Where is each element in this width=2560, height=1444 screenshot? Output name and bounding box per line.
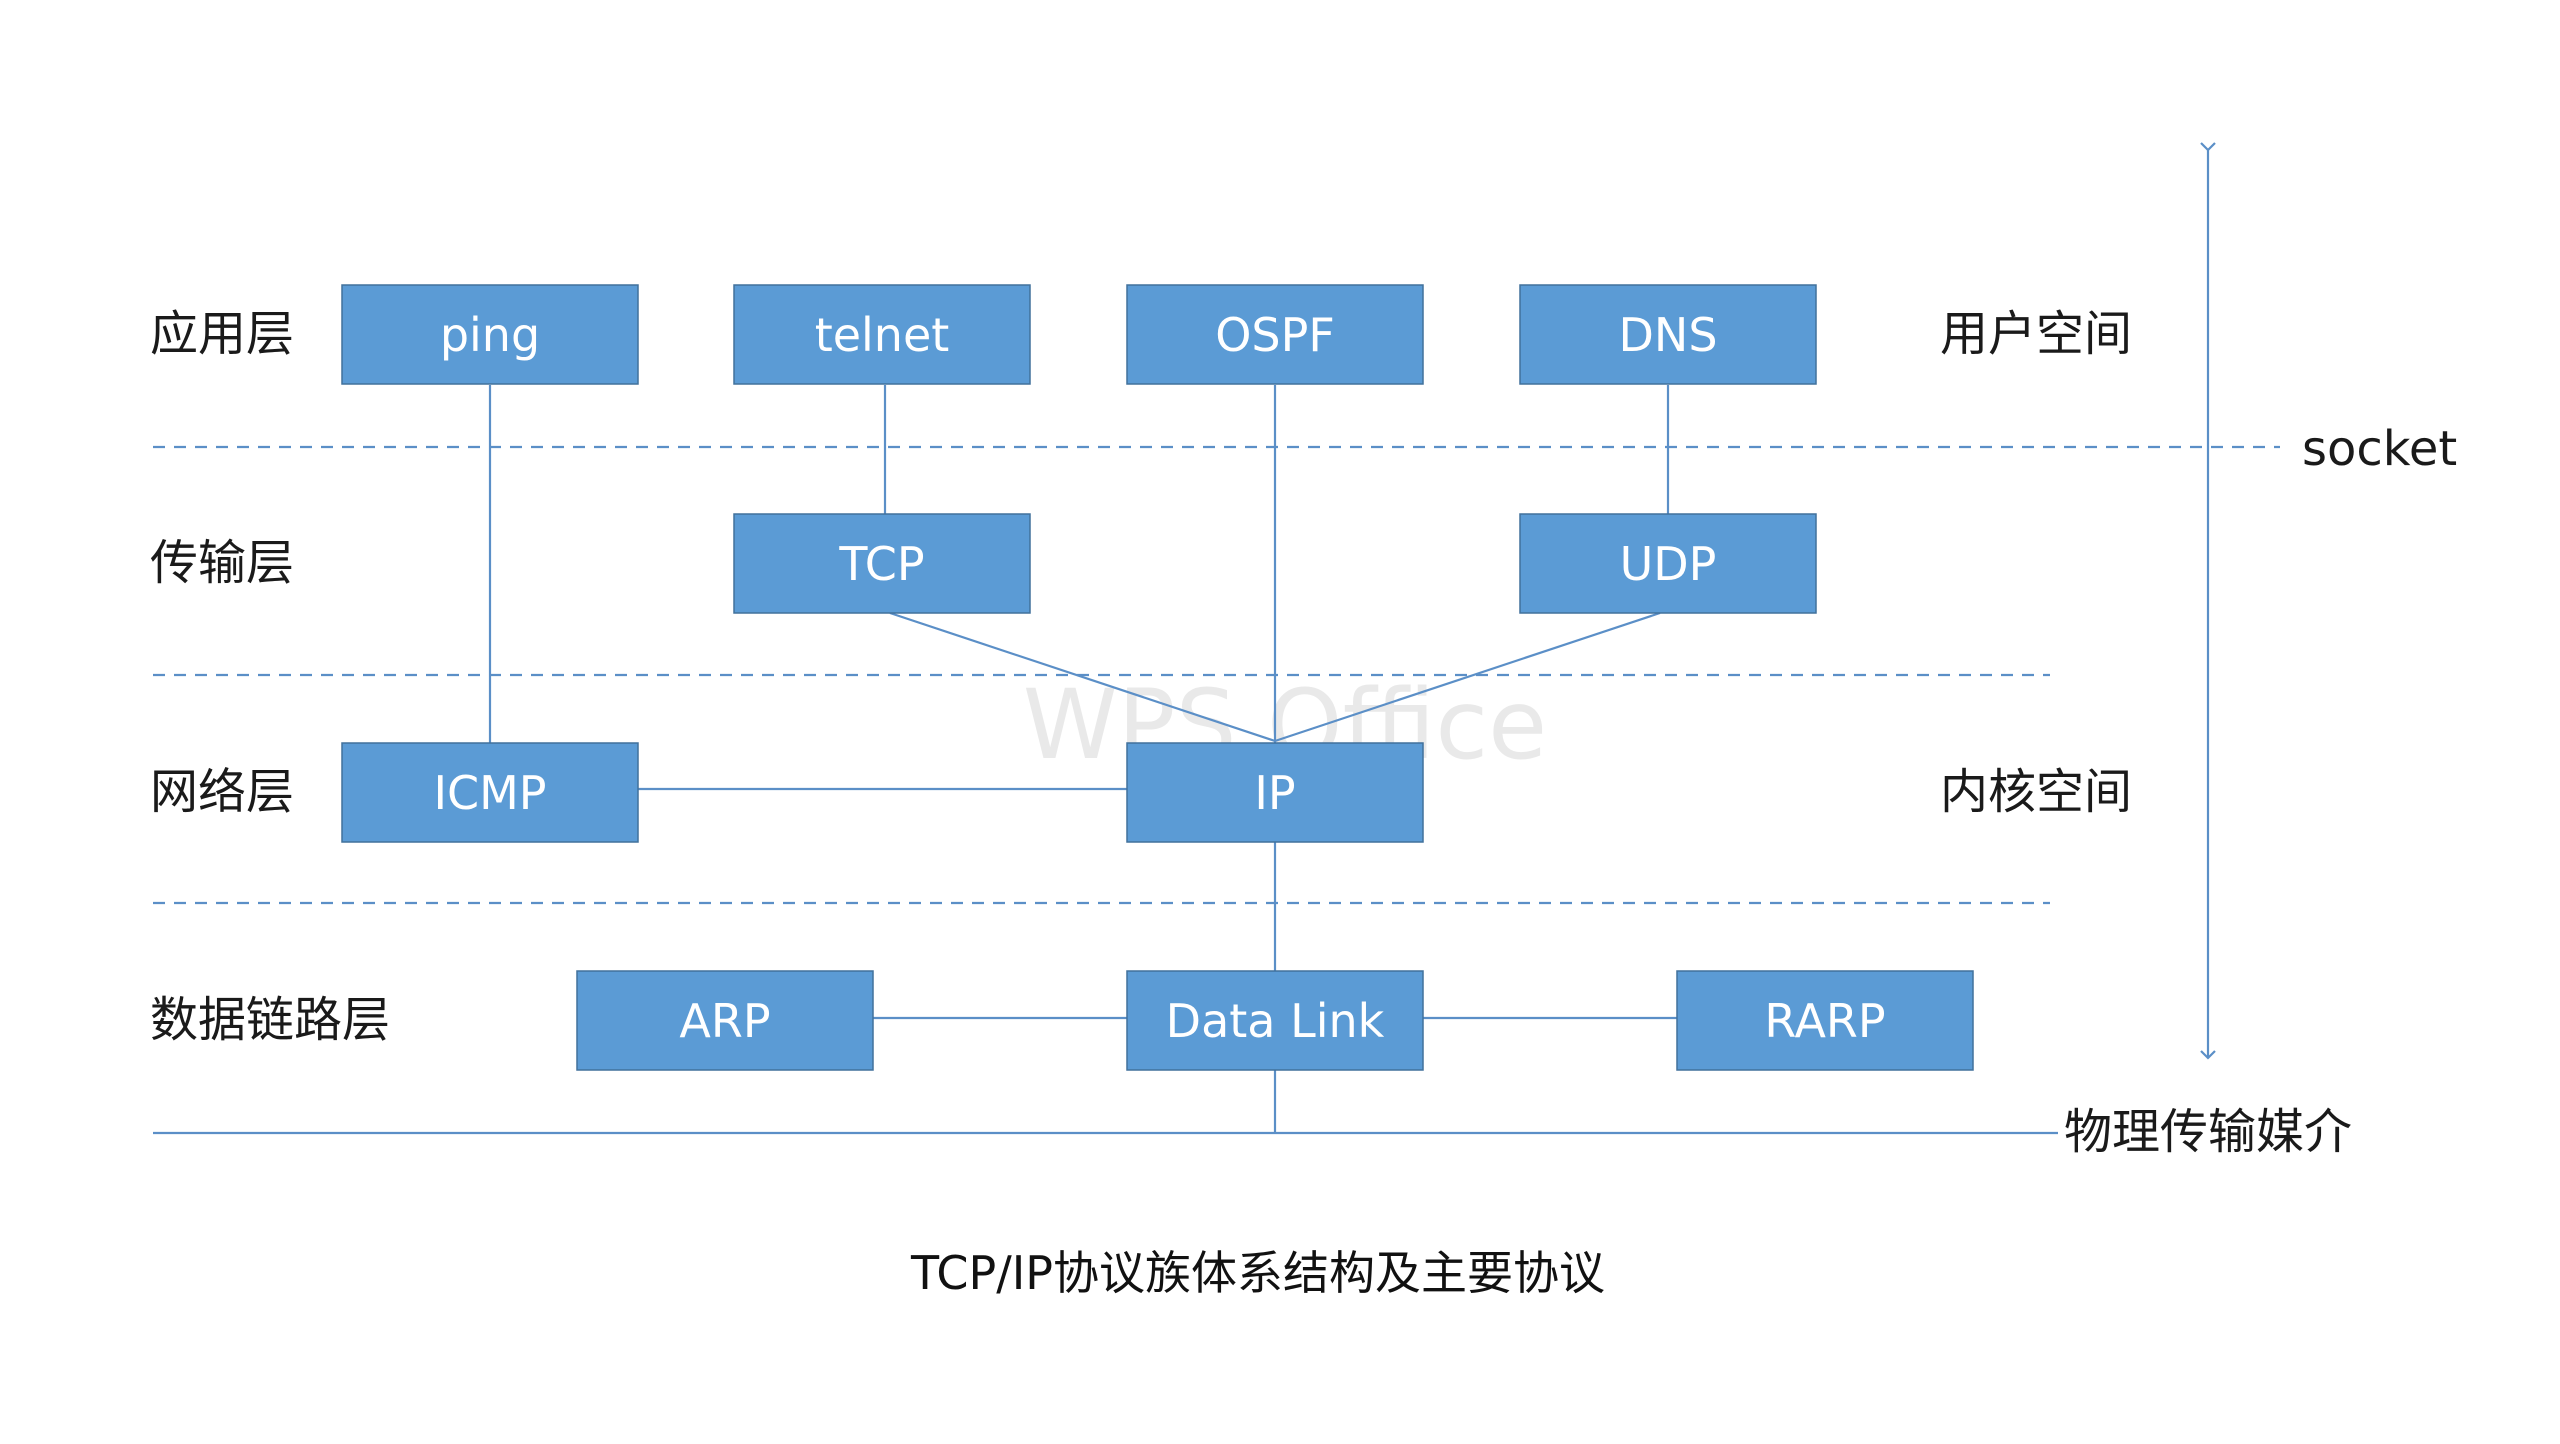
box-telnet-label: telnet — [815, 308, 950, 362]
box-ip-label: IP — [1254, 766, 1295, 820]
box-udp: UDP — [1519, 513, 1817, 614]
box-dns: DNS — [1519, 284, 1817, 385]
layer-label-transport: 传输层 — [150, 535, 294, 591]
tcpip-diagram: WPS Office ping telnet OSPF DNS TCP UDP — [150, 142, 2457, 1300]
box-ospf: OSPF — [1126, 284, 1424, 385]
box-icmp-label: ICMP — [433, 766, 546, 820]
box-ospf-label: OSPF — [1215, 308, 1335, 362]
layer-label-network: 网络层 — [150, 764, 294, 820]
diagram-caption: TCP/IP协议族体系结构及主要协议 — [910, 1246, 1605, 1300]
layer-label-datalink: 数据链路层 — [150, 992, 390, 1048]
box-datalink-label: Data Link — [1166, 994, 1385, 1048]
box-arp: ARP — [576, 970, 874, 1071]
user-space-label: 用户空间 — [1940, 306, 2132, 362]
kernel-space-label: 内核空间 — [1940, 764, 2132, 820]
box-ping-label: ping — [440, 308, 540, 362]
box-udp-label: UDP — [1620, 537, 1717, 591]
box-telnet: telnet — [733, 284, 1031, 385]
socket-label: socket — [2302, 421, 2457, 477]
box-rarp: RARP — [1676, 970, 1974, 1071]
diagram-canvas: WPS Office ping telnet OSPF DNS TCP UDP — [0, 0, 2560, 1440]
physical-medium-label: 物理传输媒介 — [2064, 1104, 2352, 1160]
box-dns-label: DNS — [1618, 308, 1717, 362]
layer-label-app: 应用层 — [150, 306, 294, 362]
box-datalink: Data Link — [1126, 970, 1424, 1071]
box-ip: IP — [1126, 742, 1424, 843]
box-ping: ping — [341, 284, 639, 385]
box-arp-label: ARP — [679, 994, 770, 1048]
box-rarp-label: RARP — [1764, 994, 1885, 1048]
box-tcp: TCP — [733, 513, 1031, 614]
box-tcp-label: TCP — [838, 537, 924, 591]
box-icmp: ICMP — [341, 742, 639, 843]
